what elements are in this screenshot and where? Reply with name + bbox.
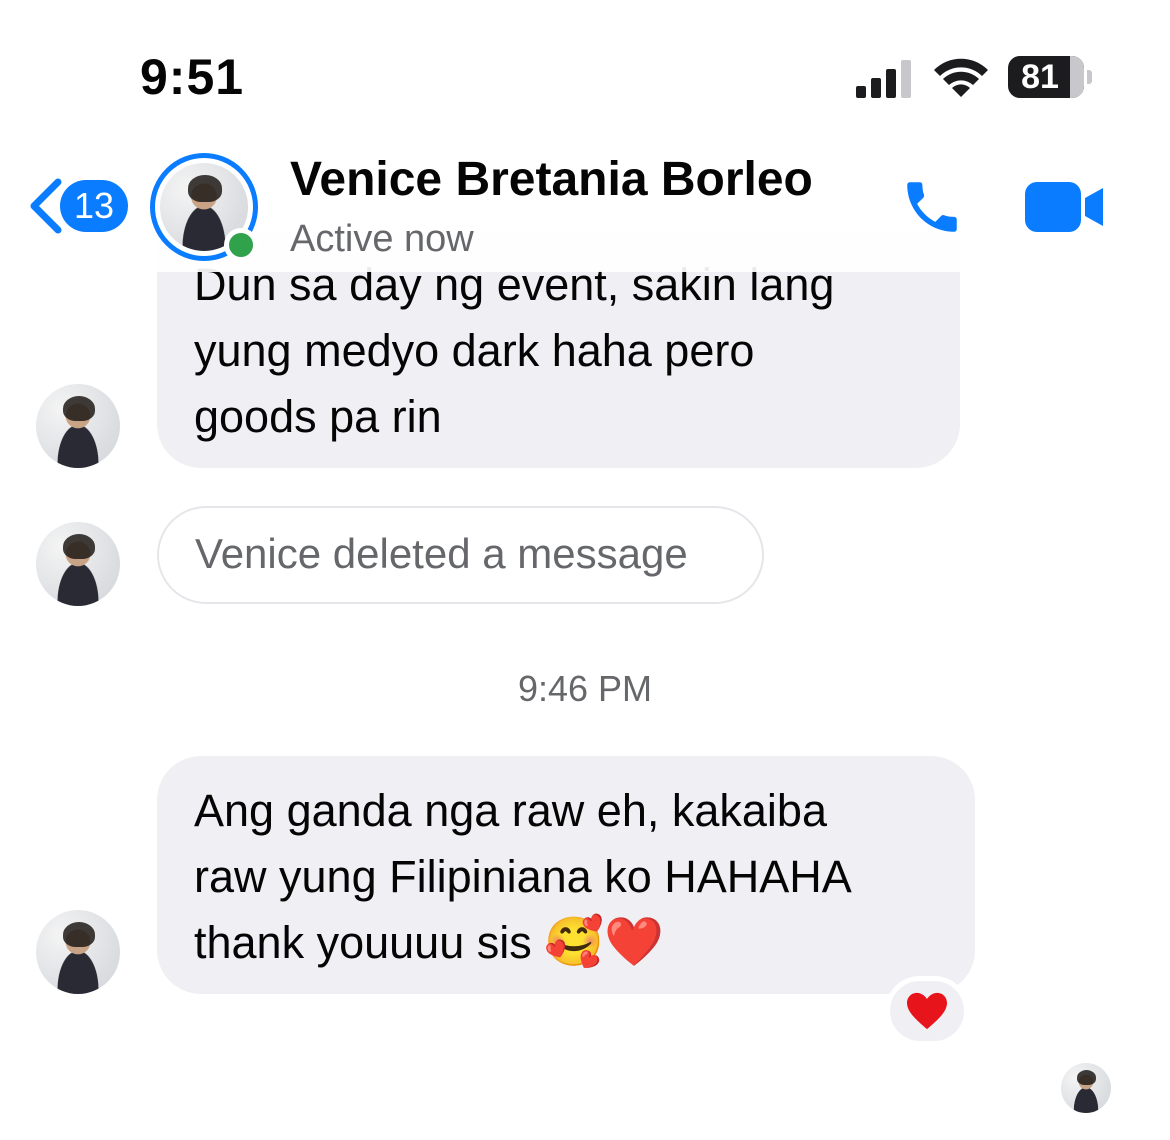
battery-tip: [1087, 70, 1092, 84]
contact-active-status: Active now: [290, 218, 474, 260]
sender-avatar[interactable]: [36, 910, 120, 994]
sender-avatar[interactable]: [36, 384, 120, 468]
heart-icon: [907, 992, 947, 1030]
message-line: thank youuuu sis 🥰❤️: [194, 910, 955, 976]
wifi-icon: [934, 58, 988, 97]
message-line: yung medyo dark haha pero: [194, 325, 755, 376]
deleted-message[interactable]: Venice deleted a message: [157, 506, 764, 604]
message-line: raw yung Filipiniana ko HAHAHA: [194, 851, 852, 902]
message-bubble[interactable]: Ang ganda nga raw eh, kakaiba raw yung F…: [157, 756, 975, 994]
online-status-dot: [224, 228, 258, 262]
unread-count-badge[interactable]: 13: [60, 180, 128, 232]
message-line: goods pa rin: [194, 391, 442, 442]
message-timestamp: 9:46 PM: [517, 668, 653, 709]
phone-icon[interactable]: [898, 174, 966, 240]
chat-header: 9:51 81 13 Venice Bretania Borleo Active…: [0, 0, 1170, 272]
contact-name[interactable]: Venice Bretania Borleo: [290, 152, 813, 207]
battery-percent: 81: [1021, 58, 1059, 96]
status-bar-time: 9:51: [140, 49, 245, 105]
message-text: thank youuuu sis: [194, 917, 532, 968]
message-line: Ang ganda nga raw eh, kakaiba: [194, 785, 827, 836]
read-receipt-avatar: [1061, 1063, 1111, 1113]
messenger-chat-screen: Dun sa day ng event, sakin lang yung med…: [0, 0, 1170, 1140]
heart-reaction[interactable]: [885, 976, 969, 1046]
sender-avatar[interactable]: [36, 522, 120, 606]
cellular-signal-icon: [856, 60, 911, 98]
battery-indicator: 81: [1008, 56, 1084, 98]
video-camera-icon[interactable]: [1025, 180, 1105, 234]
emoji: 🥰❤️: [544, 916, 664, 969]
